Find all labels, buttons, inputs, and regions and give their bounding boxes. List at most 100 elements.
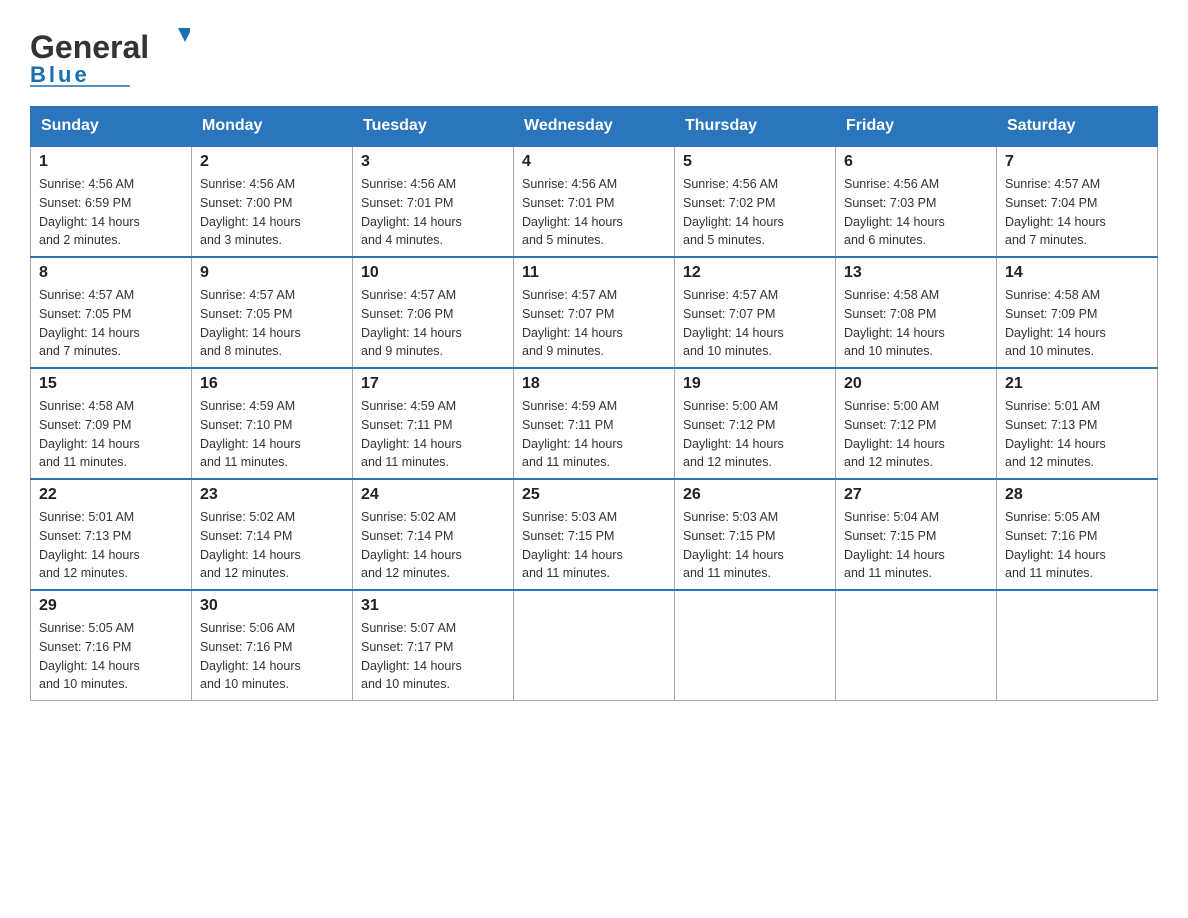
calendar-cell: 1 Sunrise: 4:56 AMSunset: 6:59 PMDaylight… [31,146,192,257]
day-info: Sunrise: 4:56 AMSunset: 7:01 PMDaylight:… [361,175,505,250]
calendar-cell [836,590,997,701]
calendar-cell: 31 Sunrise: 5:07 AMSunset: 7:17 PMDayligh… [353,590,514,701]
calendar-cell: 24Sunrise: 5:02 AMSunset: 7:14 PMDayligh… [353,479,514,590]
calendar-cell: 12 Sunrise: 4:57 AMSunset: 7:07 PMDayligh… [675,257,836,368]
day-info: Sunrise: 5:05 AMSunset: 7:16 PMDaylight:… [1005,508,1149,583]
svg-text:General: General [30,29,149,65]
day-number: 12 [683,264,827,282]
calendar-cell: 19 Sunrise: 5:00 AMSunset: 7:12 PMDayligh… [675,368,836,479]
day-info: Sunrise: 4:56 AMSunset: 6:59 PMDaylight:… [39,175,183,250]
calendar-cell: 29 Sunrise: 5:05 AMSunset: 7:16 PMDayligh… [31,590,192,701]
day-number: 22 [39,486,183,504]
calendar-cell: 16 Sunrise: 4:59 AMSunset: 7:10 PMDayligh… [192,368,353,479]
day-info: Sunrise: 4:56 AMSunset: 7:00 PMDaylight:… [200,175,344,250]
calendar-cell: 3 Sunrise: 4:56 AMSunset: 7:01 PMDaylight… [353,146,514,257]
calendar-week-3: 15Sunrise: 4:58 AMSunset: 7:09 PMDayligh… [31,368,1158,479]
day-info: Sunrise: 4:59 AMSunset: 7:10 PMDaylight:… [200,397,344,472]
calendar-week-4: 22Sunrise: 5:01 AMSunset: 7:13 PMDayligh… [31,479,1158,590]
day-info: Sunrise: 4:59 AMSunset: 7:11 PMDaylight:… [522,397,666,472]
calendar-cell: 30Sunrise: 5:06 AMSunset: 7:16 PMDayligh… [192,590,353,701]
calendar-cell [997,590,1158,701]
calendar-cell: 18 Sunrise: 4:59 AMSunset: 7:11 PMDayligh… [514,368,675,479]
day-number: 5 [683,153,827,171]
weekday-header-wednesday: Wednesday [514,107,675,147]
calendar-cell [675,590,836,701]
weekday-header-tuesday: Tuesday [353,107,514,147]
day-info: Sunrise: 4:57 AMSunset: 7:05 PMDaylight:… [200,286,344,361]
day-info: Sunrise: 4:56 AMSunset: 7:02 PMDaylight:… [683,175,827,250]
day-info: Sunrise: 5:07 AMSunset: 7:17 PMDaylight:… [361,619,505,694]
day-info: Sunrise: 5:06 AMSunset: 7:16 PMDaylight:… [200,619,344,694]
day-number: 26 [683,486,827,504]
day-number: 16 [200,375,344,393]
calendar-cell: 28 Sunrise: 5:05 AMSunset: 7:16 PMDayligh… [997,479,1158,590]
calendar-cell: 5 Sunrise: 4:56 AMSunset: 7:02 PMDaylight… [675,146,836,257]
day-number: 23 [200,486,344,504]
calendar-table: SundayMondayTuesdayWednesdayThursdayFrid… [30,106,1158,701]
day-info: Sunrise: 4:58 AMSunset: 7:09 PMDaylight:… [1005,286,1149,361]
day-number: 21 [1005,375,1149,393]
day-number: 11 [522,264,666,282]
day-info: Sunrise: 4:56 AMSunset: 7:03 PMDaylight:… [844,175,988,250]
day-number: 20 [844,375,988,393]
day-info: Sunrise: 5:00 AMSunset: 7:12 PMDaylight:… [683,397,827,472]
day-info: Sunrise: 4:58 AMSunset: 7:09 PMDaylight:… [39,397,183,472]
day-info: Sunrise: 4:57 AMSunset: 7:07 PMDaylight:… [683,286,827,361]
weekday-header-friday: Friday [836,107,997,147]
weekday-header-saturday: Saturday [997,107,1158,147]
day-number: 6 [844,153,988,171]
day-info: Sunrise: 4:57 AMSunset: 7:06 PMDaylight:… [361,286,505,361]
calendar-cell: 14 Sunrise: 4:58 AMSunset: 7:09 PMDayligh… [997,257,1158,368]
calendar-cell: 15Sunrise: 4:58 AMSunset: 7:09 PMDayligh… [31,368,192,479]
day-info: Sunrise: 5:00 AMSunset: 7:12 PMDaylight:… [844,397,988,472]
weekday-header-monday: Monday [192,107,353,147]
day-info: Sunrise: 5:01 AMSunset: 7:13 PMDaylight:… [1005,397,1149,472]
calendar-cell: 11 Sunrise: 4:57 AMSunset: 7:07 PMDayligh… [514,257,675,368]
day-number: 2 [200,153,344,171]
day-number: 29 [39,597,183,615]
day-number: 31 [361,597,505,615]
calendar-cell: 23 Sunrise: 5:02 AMSunset: 7:14 PMDayligh… [192,479,353,590]
day-number: 4 [522,153,666,171]
calendar-cell: 25Sunrise: 5:03 AMSunset: 7:15 PMDayligh… [514,479,675,590]
calendar-cell: 9 Sunrise: 4:57 AMSunset: 7:05 PMDaylight… [192,257,353,368]
day-info: Sunrise: 5:03 AMSunset: 7:15 PMDaylight:… [522,508,666,583]
calendar-cell: 6 Sunrise: 4:56 AMSunset: 7:03 PMDaylight… [836,146,997,257]
day-info: Sunrise: 5:03 AMSunset: 7:15 PMDaylight:… [683,508,827,583]
day-number: 1 [39,153,183,171]
day-info: Sunrise: 4:57 AMSunset: 7:04 PMDaylight:… [1005,175,1149,250]
day-number: 17 [361,375,505,393]
calendar-cell: 4 Sunrise: 4:56 AMSunset: 7:01 PMDaylight… [514,146,675,257]
calendar-cell: 8Sunrise: 4:57 AMSunset: 7:05 PMDaylight… [31,257,192,368]
day-info: Sunrise: 4:56 AMSunset: 7:01 PMDaylight:… [522,175,666,250]
weekday-header-sunday: Sunday [31,107,192,147]
calendar-cell: 7 Sunrise: 4:57 AMSunset: 7:04 PMDaylight… [997,146,1158,257]
calendar-week-2: 8Sunrise: 4:57 AMSunset: 7:05 PMDaylight… [31,257,1158,368]
day-number: 18 [522,375,666,393]
weekday-header-thursday: Thursday [675,107,836,147]
day-number: 7 [1005,153,1149,171]
day-number: 19 [683,375,827,393]
logo: General Blue [30,20,190,90]
calendar-week-5: 29 Sunrise: 5:05 AMSunset: 7:16 PMDayligh… [31,590,1158,701]
calendar-cell: 22Sunrise: 5:01 AMSunset: 7:13 PMDayligh… [31,479,192,590]
day-number: 14 [1005,264,1149,282]
day-info: Sunrise: 5:02 AMSunset: 7:14 PMDaylight:… [200,508,344,583]
day-number: 28 [1005,486,1149,504]
day-info: Sunrise: 4:59 AMSunset: 7:11 PMDaylight:… [361,397,505,472]
calendar-cell: 10 Sunrise: 4:57 AMSunset: 7:06 PMDayligh… [353,257,514,368]
day-number: 3 [361,153,505,171]
logo-svg: General Blue [30,20,190,90]
day-info: Sunrise: 5:05 AMSunset: 7:16 PMDaylight:… [39,619,183,694]
day-number: 9 [200,264,344,282]
day-info: Sunrise: 4:57 AMSunset: 7:07 PMDaylight:… [522,286,666,361]
calendar-cell: 17 Sunrise: 4:59 AMSunset: 7:11 PMDayligh… [353,368,514,479]
day-number: 10 [361,264,505,282]
day-number: 13 [844,264,988,282]
day-number: 27 [844,486,988,504]
day-number: 24 [361,486,505,504]
calendar-week-1: 1 Sunrise: 4:56 AMSunset: 6:59 PMDaylight… [31,146,1158,257]
calendar-cell: 2 Sunrise: 4:56 AMSunset: 7:00 PMDaylight… [192,146,353,257]
calendar-cell [514,590,675,701]
weekday-header-row: SundayMondayTuesdayWednesdayThursdayFrid… [31,107,1158,147]
